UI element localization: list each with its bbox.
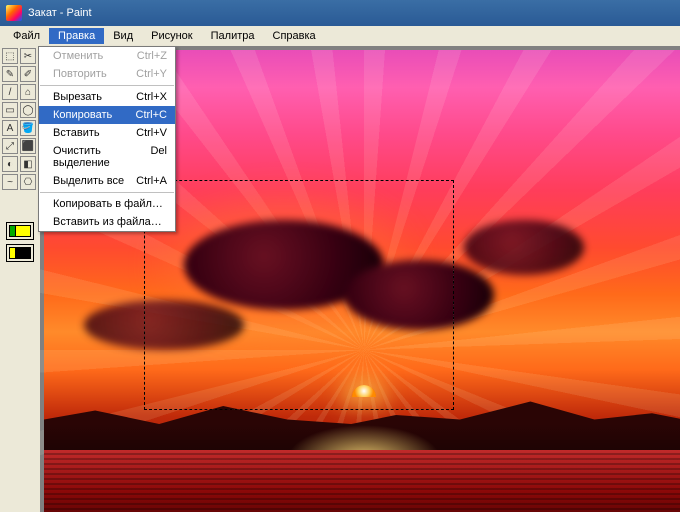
toolbox: ⬚✂✎✐/⌂▭◯A🪣⤢⬛◐◧~⎔ <box>0 46 40 512</box>
sun <box>352 385 376 397</box>
menu-item-label: Вставить <box>53 127 100 139</box>
tool-12[interactable]: ◐ <box>2 156 18 172</box>
menu-item-shortcut: Ctrl+Z <box>137 50 167 62</box>
menu-вид[interactable]: Вид <box>104 28 142 44</box>
menu-item-shortcut: Ctrl+X <box>136 91 167 103</box>
tool-14[interactable]: ~ <box>2 174 18 190</box>
menu-item-вставить[interactable]: Вставить Ctrl+V <box>39 124 175 142</box>
menu-item-label: Вставить из файла… <box>53 216 162 228</box>
menu-item-shortcut: Ctrl+Y <box>136 68 167 80</box>
tool-2[interactable]: ✎ <box>2 66 18 82</box>
menu-item-label: Повторить <box>53 68 107 80</box>
cloud <box>464 220 584 275</box>
menu-item-shortcut: Ctrl+A <box>136 175 167 187</box>
app-icon <box>6 5 22 21</box>
tool-6[interactable]: ▭ <box>2 102 18 118</box>
menu-item-label: Отменить <box>53 50 103 62</box>
tool-9[interactable]: 🪣 <box>20 120 36 136</box>
cloud <box>344 260 494 330</box>
tool-8[interactable]: A <box>2 120 18 136</box>
menu-item-выделить-все[interactable]: Выделить все Ctrl+A <box>39 172 175 190</box>
tool-4[interactable]: / <box>2 84 18 100</box>
menu-item-label: Вырезать <box>53 91 102 103</box>
menu-item-label: Выделить все <box>53 175 124 187</box>
menu-файл[interactable]: Файл <box>4 28 49 44</box>
menu-справка[interactable]: Справка <box>264 28 325 44</box>
menu-палитра[interactable]: Палитра <box>202 28 264 44</box>
menu-item-копировать[interactable]: Копировать Ctrl+C <box>39 106 175 124</box>
menu-item-label: Копировать <box>53 109 112 121</box>
edit-menu-dropdown: Отменить Ctrl+Z Повторить Ctrl+Y Вырезать Ctr… <box>38 46 176 232</box>
menubar: ФайлПравкаВидРисунокПалитраСправка <box>0 26 680 46</box>
menu-separator <box>40 85 174 86</box>
titlebar: Закат - Paint <box>0 0 680 26</box>
menu-item-вырезать[interactable]: Вырезать Ctrl+X <box>39 88 175 106</box>
menu-item-shortcut: Del <box>150 145 167 169</box>
menu-separator <box>40 192 174 193</box>
menu-item-очистить-выделение[interactable]: Очистить выделениеDel <box>39 142 175 172</box>
tool-7[interactable]: ◯ <box>20 102 36 118</box>
tool-5[interactable]: ⌂ <box>20 84 36 100</box>
menu-item-shortcut: Ctrl+V <box>136 127 167 139</box>
menu-item-копировать-в-файл-[interactable]: Копировать в файл… <box>39 195 175 213</box>
cloud <box>84 300 244 350</box>
color-swatch-2[interactable] <box>6 244 34 262</box>
tool-11[interactable]: ⬛ <box>20 138 36 154</box>
menu-item-label: Копировать в файл… <box>53 198 163 210</box>
menu-item-shortcut: Ctrl+C <box>136 109 167 121</box>
tool-10[interactable]: ⤢ <box>2 138 18 154</box>
menu-рисунок[interactable]: Рисунок <box>142 28 202 44</box>
tool-13[interactable]: ◧ <box>20 156 36 172</box>
color-swatch-1[interactable] <box>6 222 34 240</box>
menu-правка[interactable]: Правка <box>49 28 104 44</box>
mountain <box>44 370 680 460</box>
water <box>44 450 680 512</box>
tool-3[interactable]: ✐ <box>20 66 36 82</box>
menu-item-label: Очистить выделение <box>53 145 150 169</box>
menu-item-вставить-из-файла-[interactable]: Вставить из файла… <box>39 213 175 231</box>
tool-15[interactable]: ⎔ <box>20 174 36 190</box>
tool-0[interactable]: ⬚ <box>2 48 18 64</box>
menu-item-отменить: Отменить Ctrl+Z <box>39 47 175 65</box>
menu-item-повторить: Повторить Ctrl+Y <box>39 65 175 83</box>
tool-1[interactable]: ✂ <box>20 48 36 64</box>
window-title: Закат - Paint <box>28 7 92 19</box>
